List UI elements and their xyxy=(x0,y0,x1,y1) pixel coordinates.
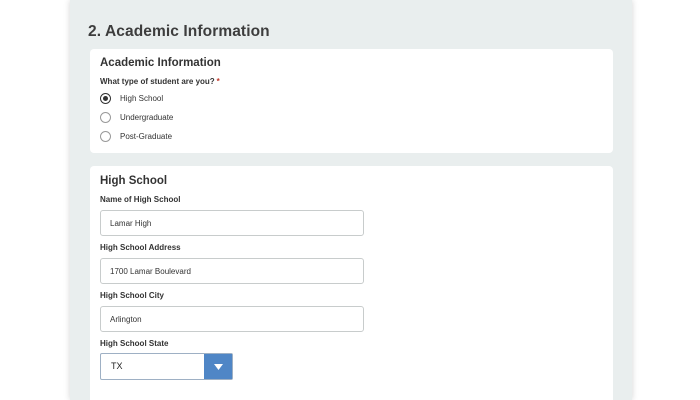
select-dropdown-button[interactable] xyxy=(204,354,232,379)
radio-option-undergraduate[interactable]: Undergraduate xyxy=(100,110,173,124)
school-address-input[interactable] xyxy=(100,258,364,284)
radio-label-post-graduate[interactable]: Post-Graduate xyxy=(120,132,172,141)
school-state-value[interactable]: TX xyxy=(101,354,204,379)
academic-information-card: Academic Information What type of studen… xyxy=(90,49,613,153)
student-type-question-text: What type of student are you? xyxy=(100,77,215,86)
radio-label-high-school[interactable]: High School xyxy=(120,94,163,103)
section-heading: 2. Academic Information xyxy=(88,23,270,40)
radio-checked-icon[interactable] xyxy=(100,92,111,104)
school-name-input[interactable] xyxy=(100,210,364,236)
school-city-label: High School City xyxy=(100,291,164,300)
radio-label-undergraduate[interactable]: Undergraduate xyxy=(120,113,173,122)
student-type-question: What type of student are you? * xyxy=(100,77,220,86)
radio-dot xyxy=(103,95,108,101)
radio-unchecked-icon[interactable] xyxy=(100,111,111,123)
radio-option-post-graduate[interactable]: Post-Graduate xyxy=(100,129,172,143)
form-page-panel: 2. Academic Information Academic Informa… xyxy=(70,0,632,400)
high-school-card: High School Name of High School High Sch… xyxy=(90,166,613,400)
high-school-card-title: High School xyxy=(100,175,168,187)
radio-unchecked-icon[interactable] xyxy=(100,130,111,142)
school-state-select[interactable]: TX xyxy=(100,353,233,380)
academic-card-title: Academic Information xyxy=(100,57,221,69)
school-name-label: Name of High School xyxy=(100,195,181,204)
required-asterisk: * xyxy=(216,77,220,86)
chevron-down-icon xyxy=(213,363,223,370)
school-state-label: High School State xyxy=(100,339,169,348)
school-city-input[interactable] xyxy=(100,306,364,332)
radio-option-high-school[interactable]: High School xyxy=(100,91,163,105)
school-address-label: High School Address xyxy=(100,243,181,252)
